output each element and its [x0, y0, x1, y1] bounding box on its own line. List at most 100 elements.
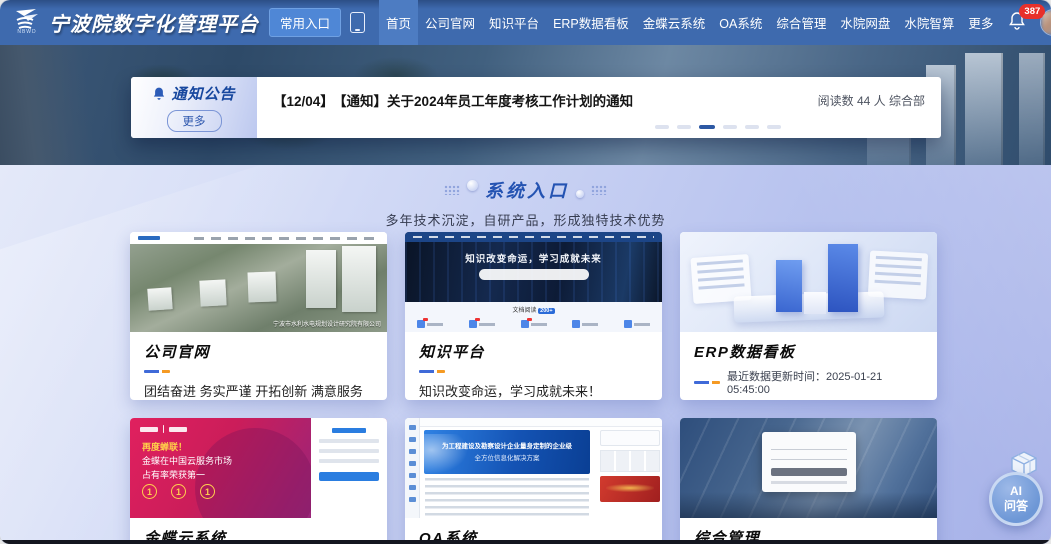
- thumb-building-block: [199, 279, 226, 306]
- pagination-dash[interactable]: [745, 125, 759, 129]
- nav-item-home[interactable]: 首页: [379, 0, 418, 45]
- thumb-company-caption: 宁波市水利水电规划设计研究院有限公司: [273, 319, 381, 328]
- thumb-oa-grid: [600, 450, 660, 472]
- notice-panel-title: 通知公告: [152, 83, 235, 104]
- announcement-bell-icon: [152, 86, 166, 101]
- thumb-login-button: [319, 472, 379, 481]
- thumb-site-nav: [194, 237, 379, 240]
- knowledge-thumbnail: 知识改变命运，学习成就未来 文档阅读 200+: [405, 232, 662, 332]
- title-underline: [144, 370, 170, 373]
- thumb-mini-icon: [521, 320, 547, 328]
- card-description: 团结奋进 务实严谨 开拓创新 满意服务: [144, 381, 373, 400]
- card-company-site[interactable]: 宁波市水利水电规划设计研究院有限公司 公司官网 团结奋进 务实严谨 开拓创新 满…: [130, 232, 387, 400]
- thumb-3d-cube: [804, 292, 826, 314]
- kingdee-thumbnail: 再度蝉联！ 金蝶在中国云服务市场 占有率荣获第一 1 1 1: [130, 418, 387, 518]
- nav-item-management[interactable]: 综合管理: [769, 0, 833, 45]
- thumb-knowledge-hero: 知识改变命运，学习成就未来: [405, 242, 662, 302]
- card-info: 公司官网 团结奋进 务实严谨 开拓创新 满意服务: [130, 332, 387, 400]
- thumb-search-bar: [479, 269, 589, 280]
- thumb-site-logo: [138, 236, 160, 240]
- thumb-3d-bar: [776, 260, 802, 312]
- card-title: 知识平台: [419, 341, 648, 362]
- thumb-building-block: [306, 250, 336, 308]
- card-integrated-management[interactable]: 综合管理: [680, 418, 937, 544]
- thumb-nav-dashes: [413, 236, 654, 239]
- thumb-oa-banner-line2: 全方位信息化解决方案: [424, 452, 590, 462]
- system-cards-grid: 宁波市水利水电规划设计研究院有限公司 公司官网 团结奋进 务实严谨 开拓创新 满…: [130, 232, 937, 544]
- thumb-icon-row: [417, 320, 650, 328]
- notice-panel: 通知公告 更多: [131, 77, 257, 138]
- thumb-oa-widget: [600, 430, 660, 446]
- thumb-oa-sidebar: [405, 418, 420, 518]
- thumb-oa-banner: 为工程建设及勘察设计企业量身定制的企业级 全方位信息化解决方案: [424, 430, 590, 474]
- notice-department: 综合部: [889, 94, 925, 108]
- quick-entry-button[interactable]: 常用入口: [269, 8, 341, 37]
- circle-decoration: [467, 180, 478, 191]
- mobile-device-icon[interactable]: [350, 12, 365, 33]
- hero-building-decoration: [1019, 53, 1045, 165]
- company-site-thumbnail: 宁波市水利水电规划设计研究院有限公司: [130, 232, 387, 332]
- strip-label-text: 文档阅读: [512, 308, 536, 314]
- oa-thumbnail: 为工程建设及勘察设计企业量身定制的企业级 全方位信息化解决方案: [405, 418, 662, 518]
- thumb-oa-banner-line1: 为工程建设及勘察设计企业量身定制的企业级: [424, 440, 590, 450]
- nav-item-erp-dashboard[interactable]: ERP数据看板: [546, 0, 636, 45]
- nav-item-smart-compute[interactable]: 水院智算: [897, 0, 961, 45]
- card-info: 知识平台 知识改变命运，学习成就未来！: [405, 332, 662, 400]
- thumb-banner-line2: 金蝶在中国云服务市场: [142, 454, 232, 467]
- card-oa-system[interactable]: 为工程建设及勘察设计企业量身定制的企业级 全方位信息化解决方案 OA系统: [405, 418, 662, 544]
- pagination-dash[interactable]: [767, 125, 781, 129]
- ai-assistant-widget[interactable]: AI 问答: [985, 450, 1047, 528]
- user-avatar[interactable]: [1040, 9, 1051, 36]
- thumb-oa-right-column: [600, 430, 660, 516]
- thumb-banner-line1: 再度蝉联！: [142, 440, 187, 453]
- thumb-mini-icon: [469, 320, 495, 328]
- management-thumbnail: [680, 418, 937, 518]
- card-erp-dashboard[interactable]: ERP数据看板 最近数据更新时间：2025-01-21 05:45:00 洞察经…: [680, 232, 937, 400]
- nav-item-netdisk[interactable]: 水院网盘: [833, 0, 897, 45]
- thumb-oa-red-banner: [600, 476, 660, 502]
- brand-logo-subtext: NBWD: [17, 29, 36, 35]
- nav-item-company-site[interactable]: 公司官网: [418, 0, 482, 45]
- nav-item-kingdee-cloud[interactable]: 金蝶云系统: [636, 0, 713, 45]
- update-time-label: 最近数据更新时间：: [727, 371, 826, 383]
- erp-thumbnail: [680, 232, 937, 332]
- notice-more-button[interactable]: 更多: [167, 110, 222, 132]
- thumb-login-hint: [771, 481, 847, 484]
- avatar-image-blurred: [1041, 10, 1051, 35]
- notice-item-date: 【12/04】: [273, 94, 334, 109]
- card-knowledge-platform[interactable]: 知识改变命运，学习成就未来 文档阅读 200+: [405, 232, 662, 400]
- thumb-login-button: [771, 468, 847, 476]
- thumb-strip-label: 文档阅读 200+: [405, 305, 662, 314]
- notice-panel-title-text: 通知公告: [171, 83, 235, 104]
- card-info: ERP数据看板 最近数据更新时间：2025-01-21 05:45:00 洞察经…: [680, 332, 937, 400]
- ai-button[interactable]: AI 问答: [989, 472, 1043, 526]
- portal-page: NBWD 宁波院数字化管理平台 常用入口 首页 公司官网 知识平台 ERP数据看…: [0, 0, 1051, 544]
- nav-item-oa[interactable]: OA系统: [712, 0, 769, 45]
- section-subtitle: 多年技术沉淀，自研产品，形成独特技术优势: [0, 210, 1051, 229]
- thumb-building-block: [342, 246, 376, 312]
- main-navigation: 首页 公司官网 知识平台 ERP数据看板 金蝶云系统 OA系统 综合管理 水院网…: [379, 0, 1000, 45]
- nav-item-more[interactable]: 更多: [961, 0, 1000, 45]
- thumb-oa-topbar: [420, 418, 662, 427]
- nav-item-knowledge[interactable]: 知识平台: [482, 0, 546, 45]
- notice-item-meta: 阅读数 44 人 综合部: [818, 92, 925, 109]
- notice-content: 【12/04】【通知】关于2024年员工年度考核工作计划的通知 阅读数 44 人…: [257, 77, 941, 138]
- top-navigation-bar: NBWD 宁波院数字化管理平台 常用入口 首页 公司官网 知识平台 ERP数据看…: [0, 0, 1051, 45]
- thumb-login-form: [762, 432, 856, 492]
- thumb-knowledge-nav: [405, 232, 662, 242]
- hero-banner: 通知公告 更多 【12/04】【通知】关于2024年员工年度考核工作计划的通知 …: [0, 45, 1051, 165]
- notification-bell[interactable]: 387: [1008, 11, 1026, 35]
- ai-label-line1: AI: [1010, 484, 1022, 499]
- pagination-dash[interactable]: [655, 125, 669, 129]
- notice-banner: 通知公告 更多 【12/04】【通知】关于2024年员工年度考核工作计划的通知 …: [131, 77, 941, 138]
- pagination-dash[interactable]: [723, 125, 737, 129]
- card-kingdee-cloud[interactable]: 再度蝉联！ 金蝶在中国云服务市场 占有率荣获第一 1 1 1 金蝶: [130, 418, 387, 544]
- ai-label-line2: 问答: [1004, 499, 1028, 514]
- data-update-time: 最近数据更新时间：2025-01-21 05:45:00: [727, 368, 923, 396]
- notice-pagination: [655, 125, 781, 129]
- title-underline: [694, 381, 720, 384]
- thumb-mini-icon: [624, 320, 650, 328]
- title-underline: [419, 370, 445, 373]
- pagination-dash[interactable]: [677, 125, 691, 129]
- pagination-dash[interactable]: [699, 125, 715, 129]
